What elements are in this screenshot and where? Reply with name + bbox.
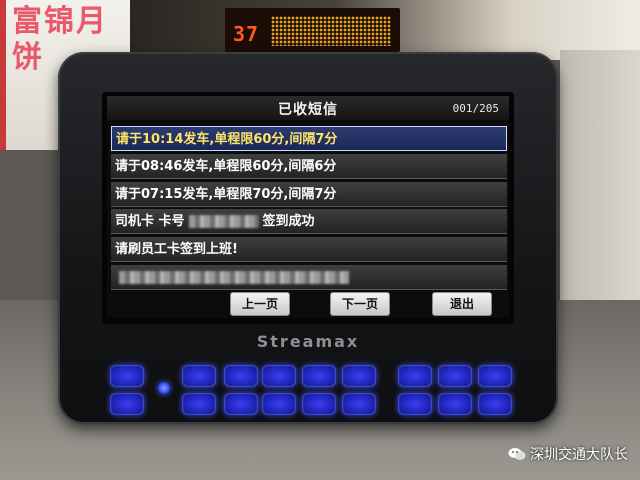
message-row[interactable]: 请于07:15发车,单程限70分,间隔7分 <box>111 181 507 207</box>
keypad-key[interactable] <box>342 365 376 387</box>
page-counter: 001/205 <box>452 102 499 115</box>
message-suffix: 签到成功 <box>262 214 315 230</box>
up-arrow-key[interactable] <box>438 365 472 387</box>
message-row[interactable]: 请于10:14发车,单程限60分,间隔7分 <box>111 126 507 151</box>
down-arrow-key[interactable] <box>438 393 472 415</box>
keypad-key[interactable] <box>262 365 296 387</box>
keypad-key[interactable] <box>302 393 336 415</box>
terminal-device: 已收短信 001/205 请于10:14发车,单程限60分,间隔7分 请于08:… <box>58 52 558 424</box>
redacted-card-number <box>188 215 259 229</box>
keypad-key[interactable] <box>478 365 512 387</box>
keypad-key[interactable] <box>398 365 432 387</box>
wechat-icon <box>508 448 526 460</box>
message-text: 请于07:15发车,单程限70分,间隔7分 <box>115 186 337 202</box>
exit-button[interactable]: 退出 <box>432 292 492 316</box>
message-list: 请于10:14发车,单程限60分,间隔7分 请于08:46发车,单程限60分,间… <box>111 126 507 293</box>
keypad-key[interactable] <box>342 393 376 415</box>
softkey-bar: 上一页 下一页 退出 <box>107 290 509 316</box>
led-destination-panel: 37 <box>225 8 400 52</box>
terminal-screen: 已收短信 001/205 请于10:14发车,单程限60分,间隔7分 请于08:… <box>107 96 509 318</box>
power-indicator-led <box>158 382 170 394</box>
redacted-message <box>119 270 349 284</box>
message-text: 请刷员工卡签到上班! <box>115 242 238 258</box>
sign-red-strip <box>0 0 6 150</box>
keypad-key[interactable] <box>110 365 144 387</box>
message-text: 请于10:14发车,单程限60分,间隔7分 <box>116 132 338 147</box>
watermark: 深圳交通大队长 <box>508 444 628 464</box>
keypad-key[interactable] <box>262 393 296 415</box>
right-arrow-key[interactable] <box>478 393 512 415</box>
screen-title: 已收短信 <box>278 102 338 118</box>
keypad-key[interactable] <box>224 365 258 387</box>
keypad-key[interactable] <box>302 365 336 387</box>
keypad-key[interactable] <box>110 393 144 415</box>
message-prefix: 司机卡 卡号 <box>115 214 185 230</box>
led-dot-matrix <box>271 16 391 46</box>
brand-logo: Streamax <box>256 332 360 351</box>
message-row[interactable] <box>111 264 507 290</box>
message-row[interactable]: 司机卡 卡号 签到成功 <box>111 209 507 235</box>
title-bar: 已收短信 001/205 <box>107 96 509 120</box>
next-page-button[interactable]: 下一页 <box>330 292 390 316</box>
message-text: 请于08:46发车,单程限60分,间隔6分 <box>115 158 337 174</box>
watermark-text: 深圳交通大队长 <box>530 447 628 463</box>
keypad-key[interactable] <box>182 365 216 387</box>
message-row[interactable]: 请于08:46发车,单程限60分,间隔6分 <box>111 153 507 179</box>
message-row[interactable]: 请刷员工卡签到上班! <box>111 237 507 263</box>
keypad-key[interactable] <box>224 393 258 415</box>
keypad-key[interactable] <box>182 393 216 415</box>
led-route-number: 37 <box>233 22 260 46</box>
prev-page-button[interactable]: 上一页 <box>230 292 290 316</box>
left-arrow-key[interactable] <box>398 393 432 415</box>
background-pillar <box>560 50 640 330</box>
